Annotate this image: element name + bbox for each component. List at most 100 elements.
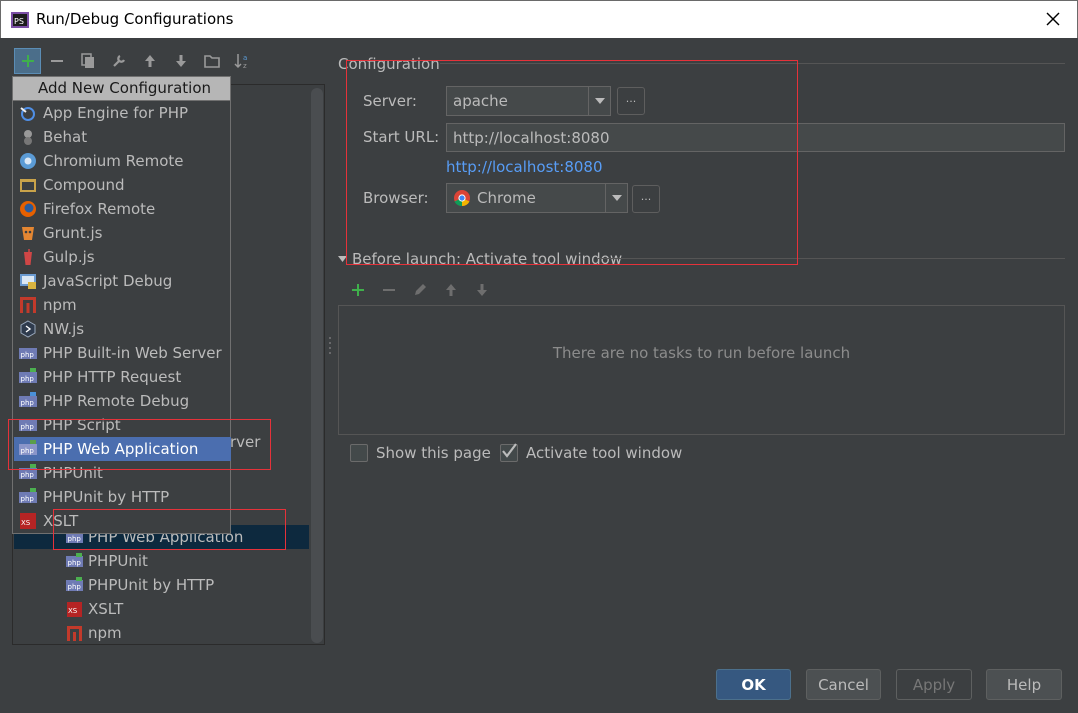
edit-task-button[interactable] — [404, 278, 435, 302]
menu-item-php-builtin-server[interactable]: php PHP Built-in Web Server — [14, 341, 231, 365]
start-url-label: Start URL: — [363, 128, 440, 146]
move-task-down-button[interactable] — [466, 278, 497, 302]
phpunit-icon: php — [19, 464, 37, 479]
menu-item-php-http-request[interactable]: php PHP HTTP Request — [14, 365, 231, 389]
move-task-up-button[interactable] — [435, 278, 466, 302]
menu-item-label: PHP Web Application — [43, 440, 199, 458]
popup-header: Add New Configuration — [12, 76, 231, 101]
help-button[interactable]: Help — [986, 669, 1062, 700]
arrow-down-icon — [175, 55, 186, 67]
menu-item-php-script[interactable]: php PHP Script — [14, 413, 231, 437]
npm-icon — [20, 297, 36, 313]
tree-item-npm[interactable]: npm — [14, 621, 309, 645]
menu-item-phpunit[interactable]: php PHPUnit — [14, 461, 231, 485]
chromium-icon — [20, 153, 36, 169]
copy-config-button[interactable] — [72, 48, 103, 74]
before-launch-task-list[interactable]: There are no tasks to run before launch — [338, 305, 1065, 435]
menu-item-label: Compound — [43, 176, 125, 194]
tree-item-label: PHPUnit — [88, 552, 148, 570]
menu-item-php-remote-debug[interactable]: php PHP Remote Debug — [14, 389, 231, 413]
title-bar: PS Run/Debug Configurations — [0, 0, 1078, 38]
tree-item-xslt[interactable]: XS XSLT — [14, 597, 309, 621]
menu-item-label: PHP Built-in Web Server — [43, 344, 222, 362]
menu-item-xslt[interactable]: XS XSLT — [14, 509, 231, 533]
svg-text:php: php — [21, 399, 35, 407]
show-page-option[interactable]: Show this page — [350, 444, 491, 462]
tree-scrollbar[interactable] — [311, 88, 323, 643]
activate-tool-label: Activate tool window — [526, 444, 683, 462]
server-value: apache — [453, 92, 508, 110]
tree-item-label: PHPUnit by HTTP — [88, 576, 215, 594]
svg-text:php: php — [21, 375, 35, 383]
server-label: Server: — [363, 92, 417, 110]
remove-config-button[interactable] — [41, 48, 72, 74]
server-combo[interactable]: apache — [446, 86, 611, 116]
edit-defaults-button[interactable] — [103, 48, 134, 74]
window-title: Run/Debug Configurations — [36, 10, 234, 28]
before-launch-divider — [598, 258, 1065, 259]
wrench-icon — [112, 55, 125, 67]
behat-icon — [24, 130, 32, 145]
svg-text:php: php — [68, 559, 82, 567]
menu-item-label: PHPUnit by HTTP — [43, 488, 170, 506]
svg-text:PS: PS — [14, 17, 24, 26]
menu-item-grunt[interactable]: Grunt.js — [14, 221, 231, 245]
menu-item-compound[interactable]: Compound — [14, 173, 231, 197]
php-web-app-icon: php — [19, 440, 37, 455]
menu-item-gulp[interactable]: Gulp.js — [14, 245, 231, 269]
ok-button[interactable]: OK — [716, 669, 791, 700]
svg-text:XS: XS — [21, 519, 31, 527]
splitter-handle[interactable] — [328, 335, 332, 355]
phpunit-http-icon: php — [66, 576, 83, 591]
phpstorm-app-icon: PS — [11, 12, 29, 28]
menu-item-nwjs[interactable]: NW.js — [14, 317, 231, 341]
svg-text:php: php — [21, 495, 35, 503]
menu-item-firefox-remote[interactable]: Firefox Remote — [14, 197, 231, 221]
tree-item-phpunit-by-http[interactable]: php PHPUnit by HTTP — [14, 573, 309, 597]
menu-item-javascript-debug[interactable]: JavaScript Debug — [14, 269, 231, 293]
remove-task-button[interactable] — [373, 278, 404, 302]
xslt-icon: XS — [67, 601, 82, 617]
phpunit-icon: php — [66, 552, 83, 567]
start-url-link[interactable]: http://localhost:8080 — [446, 158, 603, 176]
app-engine-icon — [20, 107, 35, 121]
move-down-button[interactable] — [165, 48, 196, 74]
tree-item-phpunit[interactable]: php PHPUnit — [14, 549, 309, 573]
menu-item-label: PHP Script — [43, 416, 121, 434]
folder-icon — [203, 55, 220, 68]
menu-item-label: npm — [43, 296, 77, 314]
menu-item-label: XSLT — [43, 512, 79, 530]
pencil-icon — [414, 284, 426, 295]
nwjs-icon — [20, 320, 36, 338]
chevron-down-icon — [605, 184, 627, 212]
close-icon[interactable] — [1043, 7, 1063, 31]
menu-item-chromium-remote[interactable]: Chromium Remote — [14, 149, 231, 173]
folder-button[interactable] — [196, 48, 227, 74]
activate-tool-option[interactable]: Activate tool window — [500, 443, 683, 462]
sort-az-icon: az — [233, 54, 247, 70]
menu-item-app-engine[interactable]: App Engine for PHP — [14, 101, 231, 125]
menu-item-behat[interactable]: Behat — [14, 125, 231, 149]
before-launch-toolbar — [342, 278, 497, 302]
browser-label: Browser: — [363, 189, 429, 207]
show-page-checkbox[interactable] — [350, 444, 368, 462]
menu-item-phpunit-by-http[interactable]: php PHPUnit by HTTP — [14, 485, 231, 509]
menu-item-npm[interactable]: npm — [14, 293, 231, 317]
menu-item-php-web-application[interactable]: php PHP Web Application — [14, 437, 231, 461]
before-launch-header[interactable]: Before launch: Activate tool window — [338, 250, 622, 268]
browser-value: Chrome — [477, 189, 536, 207]
browser-combo[interactable]: Chrome — [446, 183, 628, 213]
start-url-input[interactable]: http://localhost:8080 — [446, 123, 1065, 152]
svg-text:php: php — [21, 351, 35, 359]
browser-browse-button[interactable]: ··· — [632, 185, 660, 213]
activate-tool-checkbox[interactable] — [500, 443, 518, 462]
show-page-label: Show this page — [376, 444, 491, 462]
cancel-button[interactable]: Cancel — [806, 669, 881, 700]
server-browse-button[interactable]: ··· — [617, 87, 645, 115]
move-up-button[interactable] — [134, 48, 165, 74]
add-config-button[interactable] — [14, 48, 41, 74]
apply-button[interactable]: Apply — [896, 669, 972, 700]
add-task-button[interactable] — [342, 278, 373, 302]
sort-button[interactable]: az — [227, 48, 258, 74]
php-script-icon: php — [19, 420, 37, 431]
